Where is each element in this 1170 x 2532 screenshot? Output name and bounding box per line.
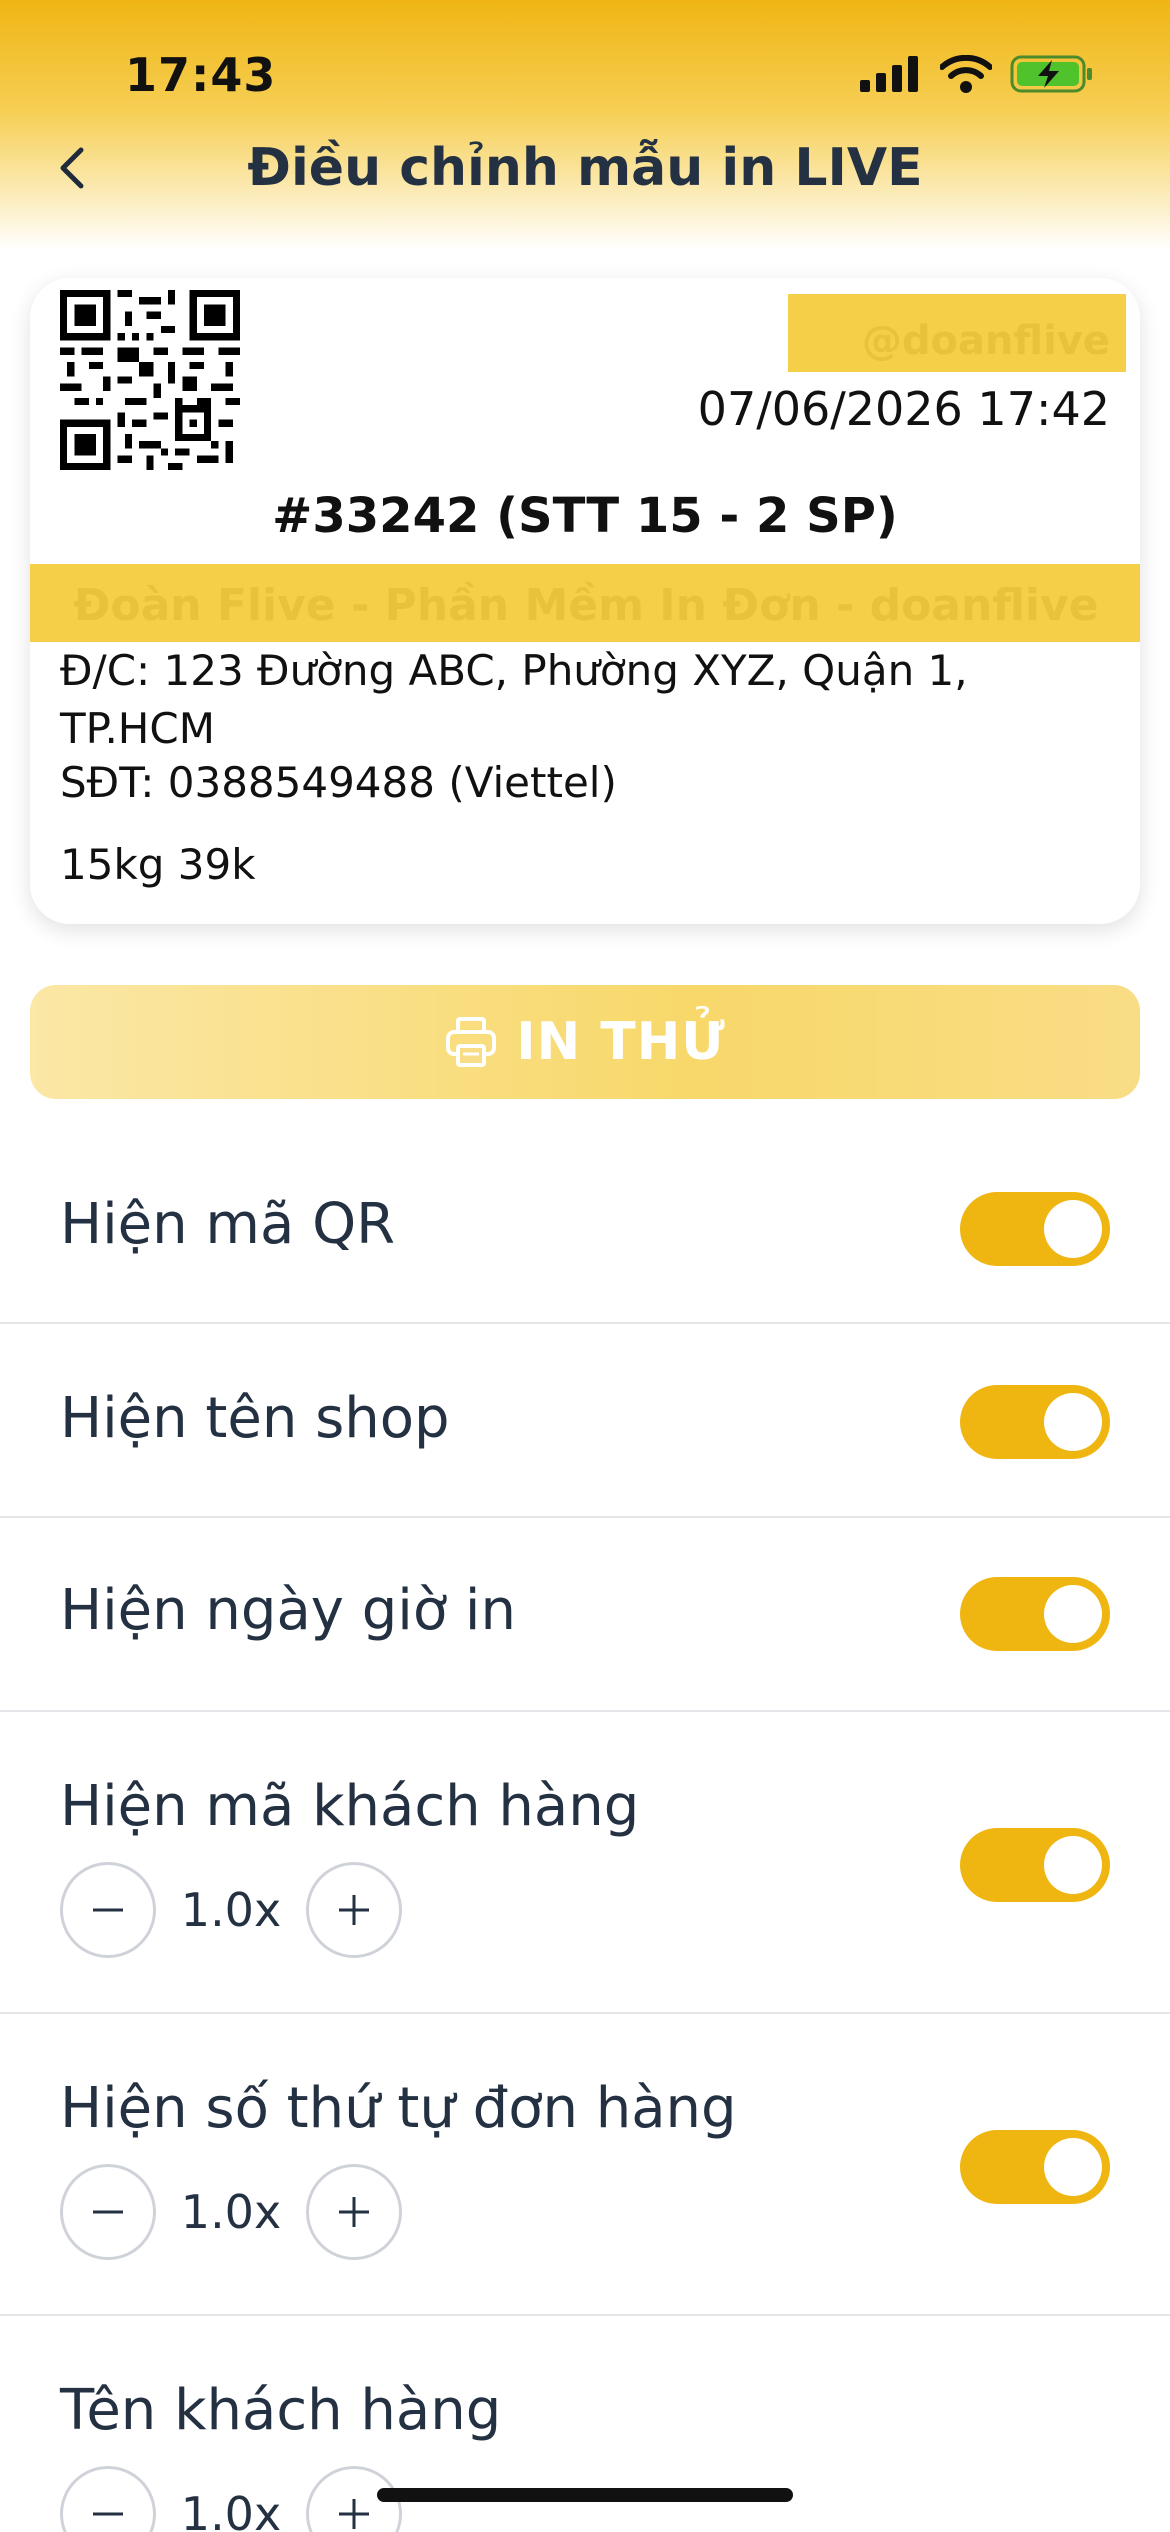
decrease-scale-button[interactable] <box>60 2466 156 2532</box>
increase-scale-button[interactable] <box>306 2164 402 2260</box>
setting-label: Hiện mã QR <box>60 1192 396 1257</box>
customer-name: Đoàn Flive - Phần Mềm In Đơn - doanflive <box>73 580 1099 631</box>
plus-icon <box>339 2197 369 2227</box>
scale-stepper: 1.0x <box>60 1862 402 1958</box>
shop-name-highlight: @doanflive <box>788 294 1126 372</box>
print-datetime: 07/06/2026 17:42 <box>697 382 1110 436</box>
wifi-icon <box>940 55 992 93</box>
test-print-button[interactable]: IN THỬ <box>30 985 1140 1099</box>
weight-price-text: 15kg 39k <box>60 840 256 889</box>
increase-scale-button[interactable] <box>306 1862 402 1958</box>
qr-code <box>60 290 240 470</box>
scale-value: 1.0x <box>180 2487 282 2532</box>
scale-stepper: 1.0x <box>60 2466 402 2532</box>
toggle-show-order-number[interactable] <box>960 2130 1110 2204</box>
print-preview-card: @doanflive 07/06/2026 17:42 #33242 (STT … <box>30 278 1140 924</box>
home-indicator <box>377 2488 793 2502</box>
shop-name: @doanflive <box>861 318 1110 364</box>
setting-label: Hiện tên shop <box>60 1386 450 1451</box>
minus-icon <box>93 2210 123 2214</box>
decrease-scale-button[interactable] <box>60 2164 156 2260</box>
scale-value: 1.0x <box>180 2185 282 2239</box>
order-number: #33242 (STT 15 - 2 SP) <box>272 488 898 544</box>
header-bar: 17:43 Điều chỉnh mẫu in LIVE <box>0 0 1170 250</box>
phone-text: SĐT: 0388549488 (Viettel) <box>60 758 617 807</box>
toggle-show-qr[interactable] <box>960 1192 1110 1266</box>
setting-row-show-qr: Hiện mã QR <box>0 1132 1170 1324</box>
setting-row-show-print-datetime: Hiện ngày giờ in <box>0 1518 1170 1712</box>
toggle-show-print-datetime[interactable] <box>960 1577 1110 1651</box>
setting-label: Hiện số thứ tự đơn hàng <box>60 2076 737 2141</box>
address-text: Đ/C: 123 Đường ABC, Phường XYZ, Quận 1, … <box>60 646 968 753</box>
plus-icon <box>339 1895 369 1925</box>
setting-label: Hiện mã khách hàng <box>60 1774 640 1839</box>
status-time: 17:43 <box>125 48 277 102</box>
toggle-show-customer-code[interactable] <box>960 1828 1110 1902</box>
toggle-show-shop-name[interactable] <box>960 1385 1110 1459</box>
scale-value: 1.0x <box>180 1883 282 1937</box>
customer-name-highlight: Đoàn Flive - Phần Mềm In Đơn - doanflive <box>30 564 1140 642</box>
setting-row-show-shop-name: Hiện tên shop <box>0 1324 1170 1518</box>
minus-icon <box>93 2512 123 2516</box>
printer-icon <box>446 1017 497 1067</box>
scale-stepper: 1.0x <box>60 2164 402 2260</box>
test-print-label: IN THỬ <box>516 1012 726 1072</box>
decrease-scale-button[interactable] <box>60 1862 156 1958</box>
setting-label: Hiện ngày giờ in <box>60 1578 516 1643</box>
minus-icon <box>93 1908 123 1912</box>
setting-row-show-customer-code: Hiện mã khách hàng 1.0x <box>0 1712 1170 2014</box>
battery-charging-icon <box>1010 55 1092 93</box>
page-title: Điều chỉnh mẫu in LIVE <box>247 138 923 198</box>
status-icons <box>860 54 1094 94</box>
setting-label: Tên khách hàng <box>60 2378 502 2443</box>
setting-row-show-order-number: Hiện số thứ tự đơn hàng 1.0x <box>0 2014 1170 2316</box>
signal-icon <box>860 56 918 92</box>
plus-icon <box>339 2499 369 2529</box>
